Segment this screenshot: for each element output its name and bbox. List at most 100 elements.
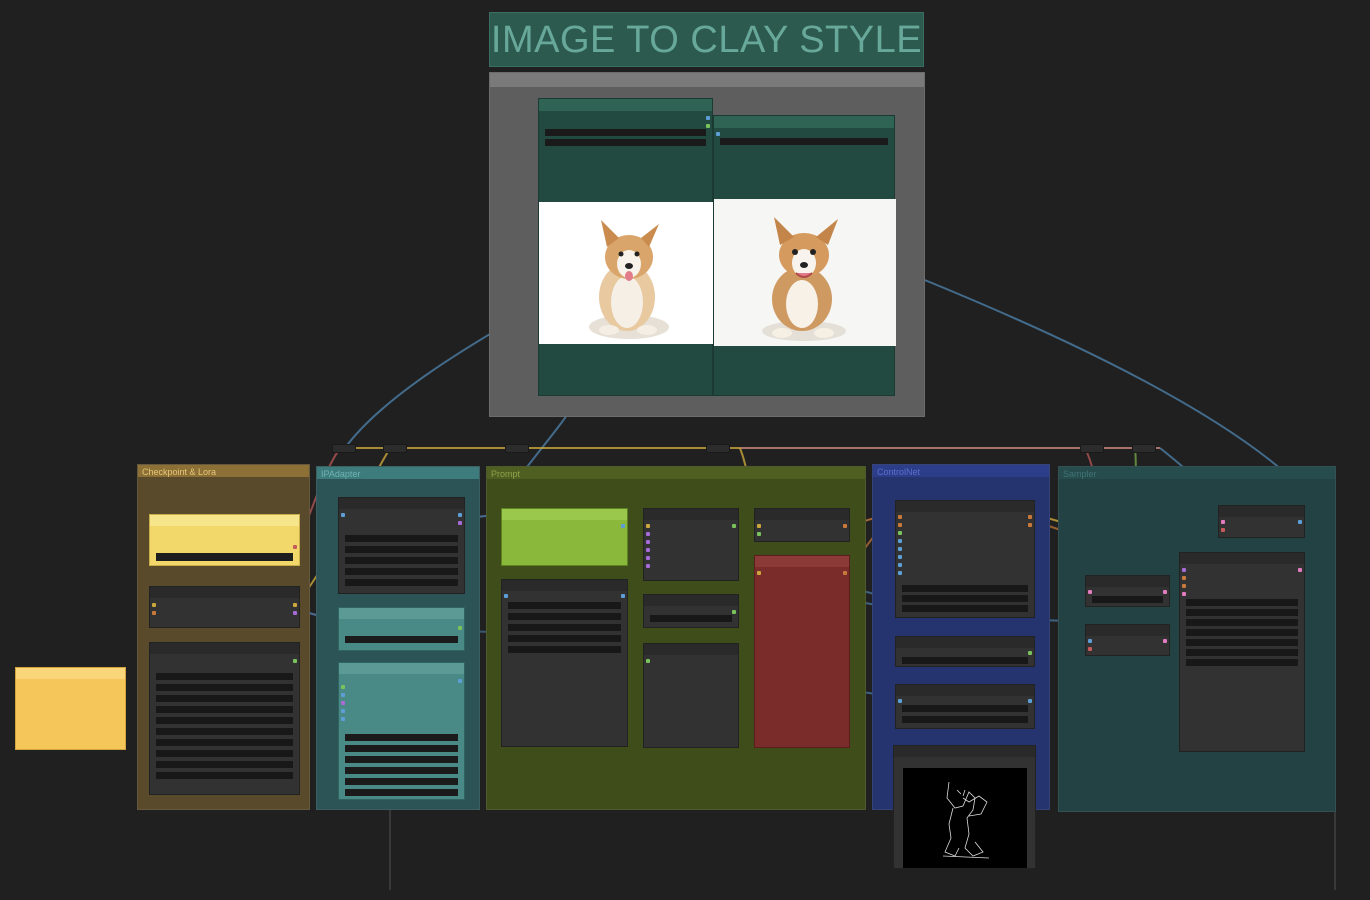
output-port[interactable] (843, 524, 847, 528)
field[interactable] (345, 756, 458, 763)
text-node[interactable] (643, 643, 739, 748)
input-port[interactable] (898, 699, 902, 703)
note-node[interactable] (15, 667, 126, 750)
input-port[interactable] (341, 709, 345, 713)
ipadapter-node[interactable] (338, 497, 465, 594)
reroute-node[interactable] (1080, 444, 1104, 453)
field[interactable] (1186, 619, 1298, 626)
field[interactable] (345, 546, 458, 553)
input-port[interactable] (504, 594, 508, 598)
field[interactable] (902, 585, 1028, 592)
field[interactable] (156, 695, 293, 702)
field[interactable] (156, 706, 293, 713)
field[interactable] (345, 778, 458, 785)
input-port[interactable] (757, 524, 761, 528)
input-port[interactable] (1182, 576, 1186, 580)
empty-latent-node[interactable] (1085, 575, 1170, 607)
input-port[interactable] (341, 701, 345, 705)
reroute-node[interactable] (332, 444, 356, 453)
output-image-node[interactable] (713, 115, 896, 396)
input-port[interactable] (646, 540, 650, 544)
reroute-node[interactable] (383, 444, 407, 453)
text-concat-node[interactable] (643, 594, 739, 628)
controlnet-loader-node[interactable] (895, 636, 1035, 667)
field[interactable] (508, 602, 621, 609)
load-image-node[interactable] (501, 508, 628, 566)
input-port[interactable] (646, 564, 650, 568)
field[interactable] (1186, 659, 1298, 666)
input-port[interactable] (898, 555, 902, 559)
field[interactable] (156, 717, 293, 724)
field[interactable] (902, 705, 1028, 712)
image-resize-node[interactable] (501, 579, 628, 747)
output-port[interactable] (1028, 699, 1032, 703)
workflow-title-banner[interactable]: IMAGE TO CLAY STYLE (489, 12, 924, 67)
field[interactable] (345, 557, 458, 564)
field[interactable] (902, 657, 1028, 664)
input-port[interactable] (898, 539, 902, 543)
output-port[interactable] (1028, 651, 1032, 655)
field[interactable] (345, 568, 458, 575)
field[interactable] (508, 613, 621, 620)
lora-stack-node[interactable] (149, 642, 300, 795)
input-port[interactable] (646, 548, 650, 552)
field[interactable] (345, 767, 458, 774)
output-port[interactable] (1163, 639, 1167, 643)
input-port[interactable] (152, 611, 156, 615)
field[interactable] (902, 605, 1028, 612)
input-port[interactable] (716, 132, 720, 136)
output-port[interactable] (293, 611, 297, 615)
input-port[interactable] (757, 571, 761, 575)
output-port[interactable] (458, 626, 462, 630)
field[interactable] (720, 138, 888, 145)
input-port[interactable] (646, 659, 650, 663)
input-port[interactable] (1088, 639, 1092, 643)
field[interactable] (902, 716, 1028, 723)
field[interactable] (650, 615, 732, 622)
field[interactable] (508, 646, 621, 653)
input-port[interactable] (152, 603, 156, 607)
field[interactable] (1186, 609, 1298, 616)
field[interactable] (345, 745, 458, 752)
field[interactable] (1186, 639, 1298, 646)
input-port[interactable] (1182, 592, 1186, 596)
output-port[interactable] (706, 116, 710, 120)
field[interactable] (156, 772, 293, 779)
input-port[interactable] (1182, 568, 1186, 572)
clip-text-encode-node[interactable] (643, 508, 739, 581)
output-port[interactable] (706, 124, 710, 128)
input-port[interactable] (1221, 528, 1225, 532)
input-port[interactable] (898, 523, 902, 527)
vae-encode-node[interactable] (1085, 624, 1170, 656)
field[interactable] (1186, 629, 1298, 636)
output-port[interactable] (1028, 515, 1032, 519)
input-port[interactable] (757, 532, 761, 536)
input-port[interactable] (898, 515, 902, 519)
field[interactable] (545, 139, 706, 146)
checkpoint-loader-node[interactable] (149, 514, 300, 566)
lineart-preprocessor-node[interactable] (895, 684, 1035, 729)
output-port[interactable] (732, 524, 736, 528)
preview-image-node[interactable] (893, 745, 1036, 869)
controlnet-apply-node[interactable] (895, 500, 1035, 618)
output-port[interactable] (458, 513, 462, 517)
input-port[interactable] (341, 693, 345, 697)
field[interactable] (156, 761, 293, 768)
field[interactable] (345, 734, 458, 741)
ipadapter-model-node[interactable] (338, 607, 465, 651)
input-port[interactable] (1088, 590, 1092, 594)
field[interactable] (156, 684, 293, 691)
field[interactable] (508, 635, 621, 642)
reroute-node[interactable] (706, 444, 730, 453)
input-port[interactable] (646, 524, 650, 528)
output-port[interactable] (293, 603, 297, 607)
field[interactable] (1186, 599, 1298, 606)
input-port[interactable] (646, 556, 650, 560)
negative-prompt-node[interactable] (754, 555, 850, 748)
field[interactable] (345, 636, 458, 643)
positive-prompt-node[interactable] (754, 508, 850, 542)
field[interactable] (345, 579, 458, 586)
output-port[interactable] (621, 594, 625, 598)
field[interactable] (345, 535, 458, 542)
field[interactable] (1186, 649, 1298, 656)
